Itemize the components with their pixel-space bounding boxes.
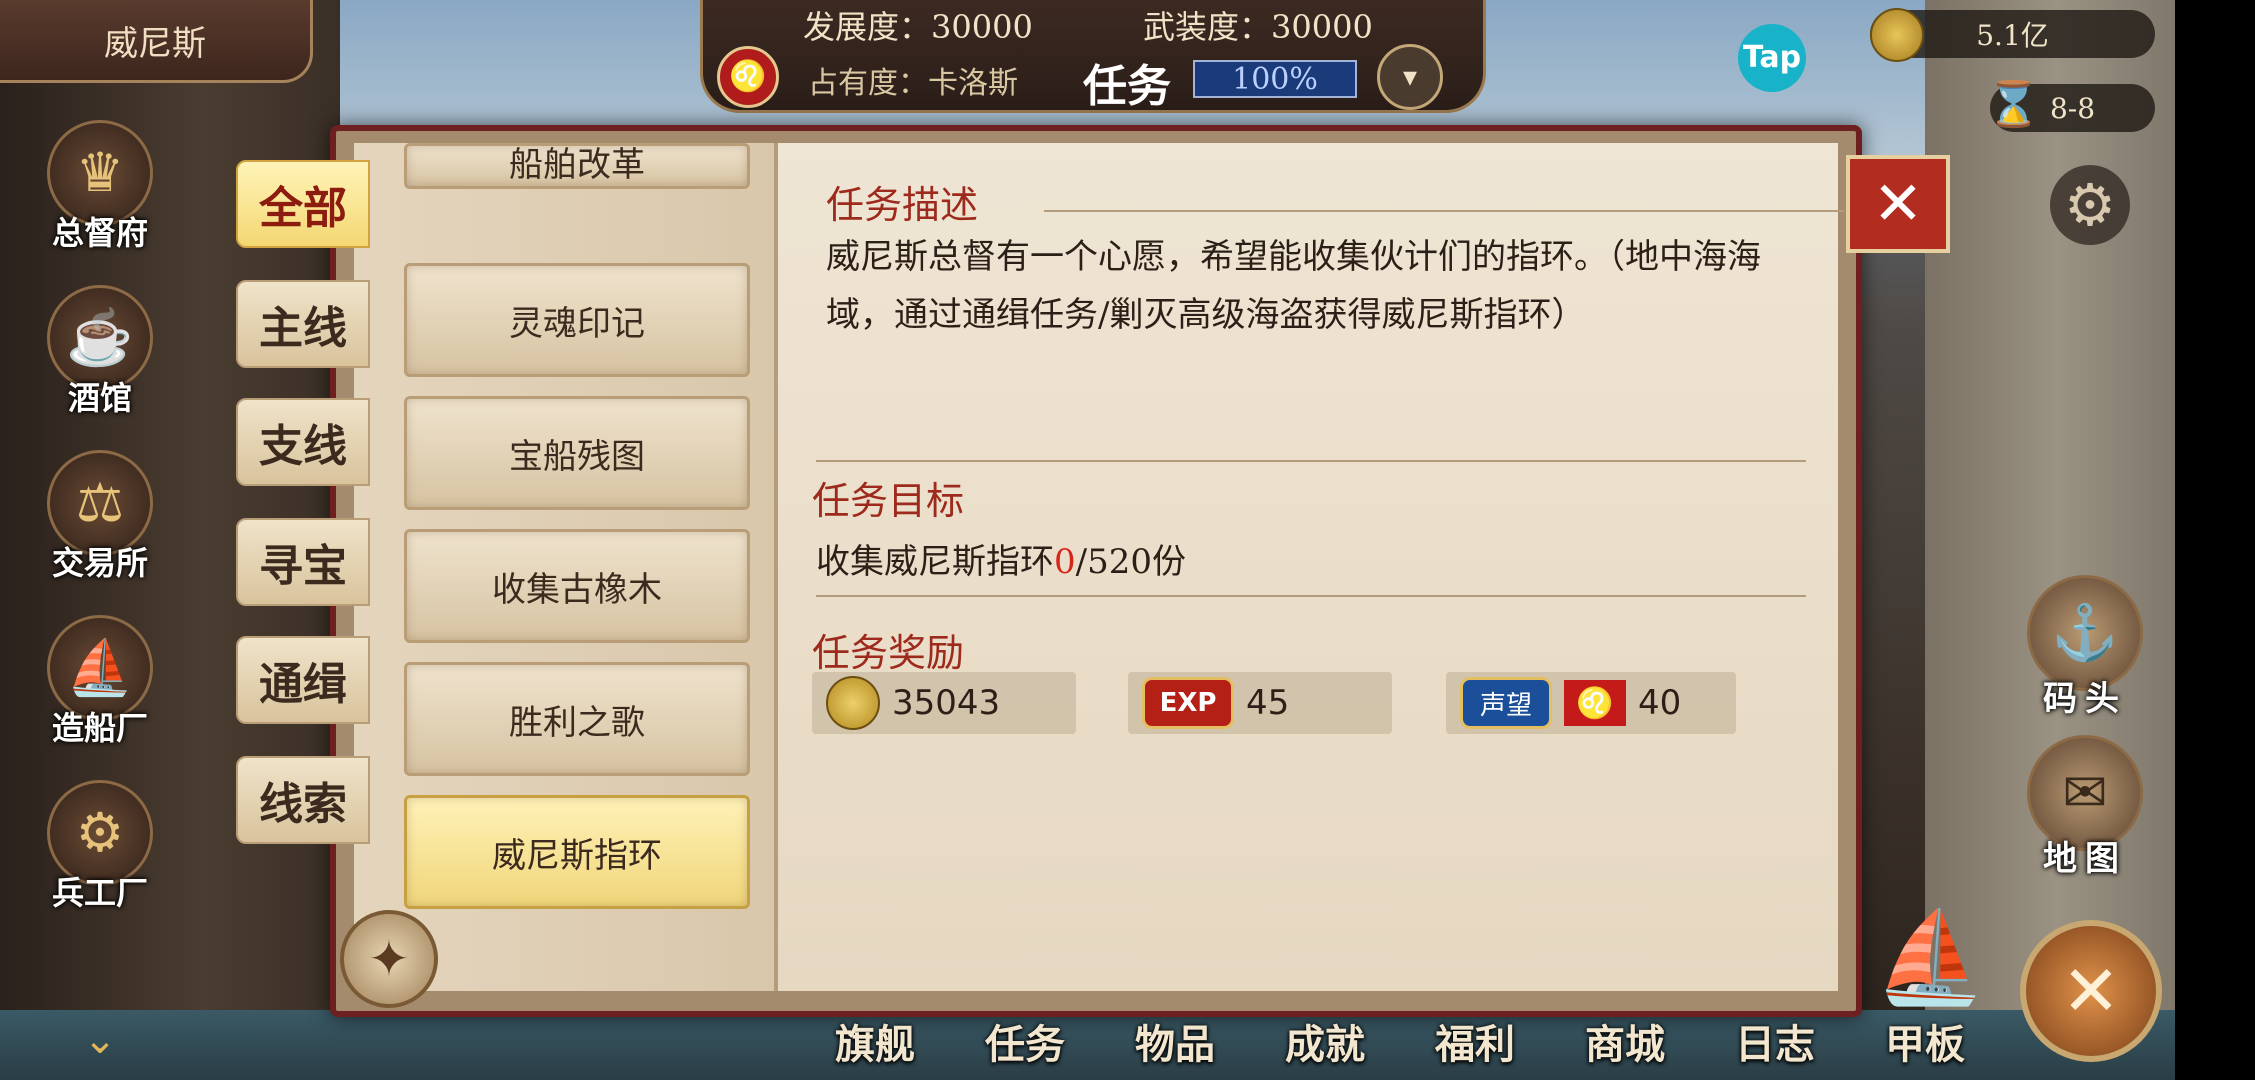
reward-value: 40 bbox=[1638, 683, 1682, 723]
task-item[interactable]: 胜利之歌 bbox=[404, 662, 750, 776]
tab-main[interactable]: 主线 bbox=[236, 280, 370, 368]
expand-chevron-icon[interactable]: ▾ bbox=[1377, 44, 1443, 110]
dock-label: 码头 bbox=[2043, 679, 2127, 719]
map-button[interactable]: ✉ 地图 bbox=[2020, 735, 2150, 885]
nav-shop[interactable]: 商城 bbox=[1550, 1010, 1700, 1080]
building-tavern[interactable]: ☕ 酒馆 bbox=[40, 285, 160, 435]
reward-heading: 任务奖励 bbox=[812, 631, 965, 675]
building-exchange[interactable]: ⚖ 交易所 bbox=[40, 450, 160, 600]
hourglass-icon: ⌛ bbox=[1986, 79, 2041, 130]
building-label: 总督府 bbox=[51, 214, 148, 252]
building-shipyard[interactable]: ⛵ 造船厂 bbox=[40, 615, 160, 765]
exp-icon: EXP bbox=[1142, 677, 1234, 729]
chevron-down-icon[interactable]: ⌄ bbox=[60, 1000, 140, 1080]
goal-current: 0 bbox=[1054, 542, 1076, 582]
development-stat: 发展度：30000 bbox=[803, 8, 1033, 46]
page-title: 任务 bbox=[1083, 61, 1171, 112]
reputation-icon: 声望 bbox=[1460, 677, 1552, 729]
tab-clues[interactable]: 线索 bbox=[236, 756, 370, 844]
city-status-bar: 发展度：30000 武装度：30000 ♌ 占有度：卡洛斯 任务 100% ▾ bbox=[700, 0, 1486, 113]
screen-edge bbox=[2175, 0, 2255, 1080]
building-governor[interactable]: ♛ 总督府 bbox=[40, 120, 160, 270]
nav-deck[interactable]: 甲板 bbox=[1850, 1010, 2000, 1080]
building-label: 酒馆 bbox=[67, 379, 132, 417]
reward-exp: EXP 45 bbox=[1128, 672, 1392, 734]
dock-button[interactable]: ⚓ 码头 bbox=[2020, 575, 2150, 725]
compass-icon[interactable]: ✦ bbox=[340, 910, 438, 1008]
nav-welfare[interactable]: 福利 bbox=[1400, 1010, 1550, 1080]
tab-treasure[interactable]: 寻宝 bbox=[236, 518, 370, 606]
ship-icon[interactable]: ⛵ bbox=[1860, 905, 2000, 1015]
close-icon[interactable]: ✕ bbox=[1846, 155, 1950, 253]
divider bbox=[816, 595, 1806, 597]
bottom-nav: 旗舰 任务 物品 成就 福利 商城 日志 甲板 bbox=[800, 1010, 2010, 1080]
task-item-selected[interactable]: 威尼斯指环 bbox=[404, 795, 750, 909]
building-arsenal[interactable]: ⚙ 兵工厂 bbox=[40, 780, 160, 930]
building-label: 交易所 bbox=[51, 544, 148, 582]
nav-items[interactable]: 物品 bbox=[1100, 1010, 1250, 1080]
reward-value: 35043 bbox=[892, 683, 1001, 723]
settings-gear-icon[interactable]: ⚙ bbox=[2050, 165, 2130, 245]
goal-text: 收集威尼斯指环0/520份 bbox=[816, 534, 1186, 583]
task-item[interactable]: 船舶改革 bbox=[404, 143, 750, 189]
divider bbox=[1044, 210, 1844, 212]
gold-coin-icon bbox=[1870, 8, 1924, 62]
crossed-swords-icon[interactable]: ✕ bbox=[2020, 920, 2162, 1062]
reward-reputation: 声望 ♌ 40 bbox=[1446, 672, 1736, 734]
building-label: 造船厂 bbox=[51, 709, 148, 747]
map-label: 地图 bbox=[2043, 839, 2127, 879]
tab-wanted[interactable]: 通缉 bbox=[236, 636, 370, 724]
gold-coin-icon bbox=[826, 676, 880, 730]
task-list[interactable]: 船舶改革 灵魂印记 宝船残图 收集古橡木 胜利之歌 威尼斯指环 bbox=[354, 143, 778, 991]
nav-flagship[interactable]: 旗舰 bbox=[800, 1010, 950, 1080]
tab-side[interactable]: 支线 bbox=[236, 398, 370, 486]
venice-lion-icon: ♌ bbox=[717, 46, 779, 108]
ownership-label: 占有度：卡洛斯 bbox=[808, 66, 1018, 101]
goal-prefix: 收集威尼斯指环 bbox=[816, 542, 1054, 582]
tab-all[interactable]: 全部 bbox=[236, 160, 370, 248]
taptap-logo[interactable]: Tap bbox=[1738, 24, 1806, 92]
building-label: 兵工厂 bbox=[51, 874, 148, 912]
city-name[interactable]: 威尼斯 bbox=[0, 0, 313, 83]
ownership-progress: 100% bbox=[1193, 60, 1357, 98]
goal-heading: 任务目标 bbox=[812, 479, 965, 523]
task-item[interactable]: 宝船残图 bbox=[404, 396, 750, 510]
armament-stat: 武装度：30000 bbox=[1143, 8, 1373, 46]
goal-suffix: /520份 bbox=[1075, 542, 1186, 582]
description-heading: 任务描述 bbox=[826, 183, 979, 227]
nav-log[interactable]: 日志 bbox=[1700, 1010, 1850, 1080]
description-text: 威尼斯总督有一个心愿，希望能收集伙计们的指环。（地中海海域，通过通缉任务/剿灭高… bbox=[826, 237, 1761, 335]
divider bbox=[816, 460, 1806, 462]
task-item[interactable]: 灵魂印记 bbox=[404, 263, 750, 377]
reward-value: 45 bbox=[1246, 683, 1290, 723]
nav-tasks[interactable]: 任务 bbox=[950, 1010, 1100, 1080]
task-item[interactable]: 收集古橡木 bbox=[404, 529, 750, 643]
venice-lion-icon: ♌ bbox=[1564, 680, 1626, 726]
nav-achievements[interactable]: 成就 bbox=[1250, 1010, 1400, 1080]
reward-gold: 35043 bbox=[812, 672, 1076, 734]
